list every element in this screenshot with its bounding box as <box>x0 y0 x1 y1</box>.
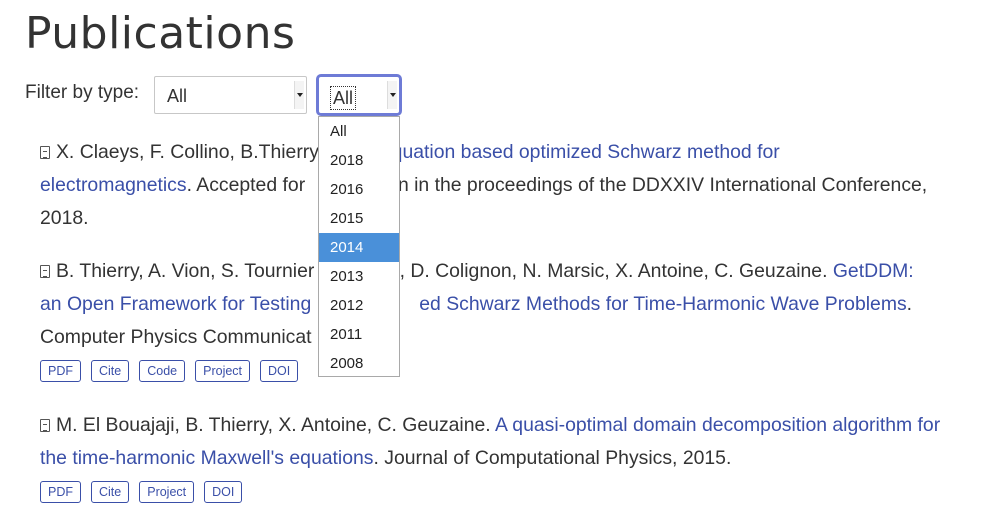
year-filter-select[interactable]: All <box>316 74 402 116</box>
year-option[interactable]: 2008 <box>319 349 399 378</box>
publication-entry: M. El Bouajaji, B. Thierry, X. Antoine, … <box>40 409 975 475</box>
document-icon <box>40 419 50 432</box>
publication-venue: . <box>906 293 913 315</box>
pdf-button[interactable]: PDF <box>40 360 81 382</box>
year-option-highlighted[interactable]: 2014 <box>319 233 399 262</box>
publication-title-link[interactable]: equation based optimized Schwarz method … <box>381 141 780 163</box>
cite-button[interactable]: Cite <box>91 481 130 503</box>
publication-entry: X. Claeys, F. Collino, B.Thierry. equatio… <box>40 136 975 235</box>
document-icon <box>40 265 50 278</box>
year-option[interactable]: 2018 <box>319 146 399 175</box>
publication-venue: . Accepted for <box>186 174 306 196</box>
year-filter-value: All <box>330 86 357 110</box>
filter-label: Filter by type: <box>25 82 140 103</box>
project-button[interactable]: Project <box>139 481 195 503</box>
publication-authors: B. Thierry, A. Vion, S. Tournier <box>56 260 315 282</box>
publication-venue: . Journal of Computational Physics, 2015… <box>373 447 732 469</box>
publication-buttons: PDF Cite Project DOI <box>40 481 252 503</box>
publication-title-link[interactable]: GetDDM: <box>833 260 914 282</box>
chevron-down-icon[interactable] <box>294 81 304 109</box>
publication-venue: 2018. <box>40 207 89 229</box>
publication-venue: Computer Physics Communicat <box>40 326 312 348</box>
document-icon <box>40 146 50 159</box>
publication-authors: M. El Bouajaji, B. Thierry, X. Antoine, … <box>56 414 491 436</box>
publication-buttons: PDF Cite Code Project DOI <box>40 360 308 382</box>
publication-authors: uajaji, D. Colignon, N. Marsic, X. Antoi… <box>354 260 828 282</box>
publication-title-link[interactable]: an Open Framework for Testing <box>40 293 311 315</box>
page-title: Publications <box>25 8 296 59</box>
year-option[interactable]: 2012 <box>319 291 399 320</box>
code-button[interactable]: Code <box>139 360 186 382</box>
year-option[interactable]: 2016 <box>319 175 399 204</box>
year-option[interactable]: 2013 <box>319 262 399 291</box>
pdf-button[interactable]: PDF <box>40 481 81 503</box>
publication-title-link[interactable]: electromagnetics <box>40 174 187 196</box>
chevron-down-icon[interactable] <box>387 81 397 109</box>
type-filter-value: All <box>167 86 188 106</box>
year-option[interactable]: 2015 <box>319 204 399 233</box>
doi-button[interactable]: DOI <box>260 360 299 382</box>
publication-authors: X. Claeys, F. Collino, B.Thierry. <box>56 141 323 163</box>
publication-title-link[interactable]: A quasi-optimal domain decomposition alg… <box>495 414 940 436</box>
type-filter-select[interactable]: All <box>154 76 307 114</box>
publication-title-link[interactable]: ed Schwarz Methods for Time-Harmonic Wav… <box>419 293 906 315</box>
publication-title-link[interactable]: the time-harmonic Maxwell's equations <box>40 447 374 469</box>
cite-button[interactable]: Cite <box>91 360 130 382</box>
year-dropdown-list: All 2018 2016 2015 2014 2013 2012 2011 2… <box>318 116 400 377</box>
project-button[interactable]: Project <box>195 360 251 382</box>
publication-venue: on in the proceedings of the DDXXIV Inte… <box>387 174 928 196</box>
year-option[interactable]: All <box>319 117 399 146</box>
doi-button[interactable]: DOI <box>204 481 243 503</box>
publication-entry: B. Thierry, A. Vion, S. Tournier uajaji, … <box>40 255 975 354</box>
year-option[interactable]: 2011 <box>319 320 399 349</box>
